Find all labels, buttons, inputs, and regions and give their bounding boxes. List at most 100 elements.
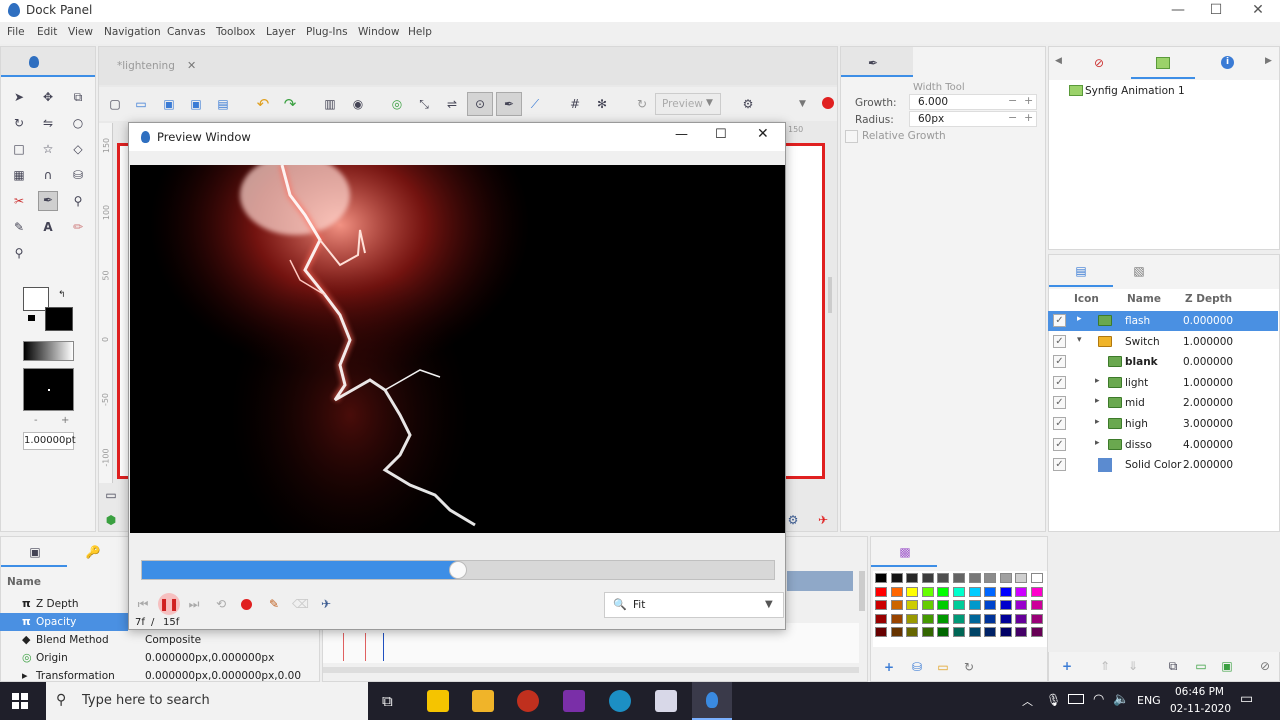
palette-swatch[interactable]: [1031, 613, 1043, 624]
param-value[interactable]: 0.000000px,0.000000px: [145, 652, 274, 664]
render-settings-icon[interactable]: ✈: [318, 596, 334, 612]
palette-swatch[interactable]: [968, 613, 981, 624]
param-row[interactable]: ◆ Blend Method Composite: [0, 631, 320, 649]
open-file-icon[interactable]: ▭: [133, 96, 149, 112]
palette-swatch[interactable]: [890, 586, 903, 597]
animation-mode-icon[interactable]: ⚙: [785, 512, 801, 528]
file-explorer-icon[interactable]: [472, 690, 494, 712]
cutout-tool-icon[interactable]: ✂: [11, 193, 27, 209]
record-icon[interactable]: [822, 97, 834, 109]
save-all-icon[interactable]: ▤: [215, 96, 231, 112]
menu-canvas[interactable]: Canvas: [167, 26, 206, 38]
notifications-icon[interactable]: ▭: [1240, 691, 1253, 707]
language-indicator[interactable]: ENG: [1137, 694, 1161, 707]
pause-button[interactable]: ❚❚: [158, 593, 180, 615]
keyframe-marker[interactable]: [343, 633, 344, 661]
width-tool-icon[interactable]: ✒: [38, 191, 58, 211]
palette-swatch[interactable]: [921, 627, 934, 637]
onenote-icon[interactable]: [563, 690, 585, 712]
layer-visibility-checkbox[interactable]: ✓: [1053, 417, 1066, 430]
params-name-header[interactable]: Name: [7, 576, 41, 588]
radius-decrement[interactable]: −: [1008, 111, 1017, 124]
expand-arrow-icon[interactable]: ▸: [1095, 376, 1100, 386]
maximize-button[interactable]: ☐: [1196, 0, 1236, 22]
zoom-tool-icon[interactable]: ⚲: [11, 245, 27, 261]
spline-tool-icon[interactable]: ∩: [40, 167, 56, 183]
library-tab-icon[interactable]: ▧: [1131, 263, 1147, 279]
layer-visibility-checkbox[interactable]: ✓: [1053, 375, 1066, 389]
onion-skin-icon[interactable]: ✻: [594, 96, 610, 112]
save-icon[interactable]: ▣: [161, 96, 177, 112]
palette-swatch[interactable]: [875, 613, 887, 624]
palette-swatch[interactable]: [906, 613, 919, 624]
palette-swatch[interactable]: [937, 600, 950, 610]
layer-row[interactable]: ✓ ▸ disso 4.000000: [1048, 435, 1278, 455]
expand-arrow-icon[interactable]: ▸: [1077, 314, 1082, 324]
palette-swatch[interactable]: [906, 586, 919, 597]
palette-swatch[interactable]: [984, 600, 997, 610]
show-hidden-icons[interactable]: ︿: [1022, 693, 1033, 709]
menu-toolbox[interactable]: Toolbox: [216, 26, 255, 38]
palette-swatch[interactable]: [953, 573, 965, 583]
canvas-browser-item[interactable]: Synfig Animation 1: [1085, 85, 1185, 97]
param-row[interactable]: π Opacity: [0, 613, 128, 631]
group-into-switch-icon[interactable]: ▣: [1219, 658, 1235, 674]
load-palette-icon[interactable]: ▭: [935, 659, 951, 675]
palette-swatch[interactable]: [906, 600, 919, 610]
preview-minimize-button[interactable]: —: [675, 127, 688, 142]
palette-swatch[interactable]: [875, 586, 887, 597]
undo-icon[interactable]: ↶: [255, 96, 271, 112]
collapse-arrow-icon[interactable]: ▾: [1077, 335, 1082, 345]
layer-row[interactable]: ✓ Solid Color 2.000000: [1048, 455, 1278, 475]
layer-visibility-checkbox[interactable]: ✓: [1053, 396, 1066, 410]
palette-swatch[interactable]: [921, 573, 934, 583]
transform-tool-icon[interactable]: ➤: [11, 89, 27, 105]
palette-swatch[interactable]: [1015, 586, 1028, 597]
palette-swatch[interactable]: [1031, 600, 1043, 610]
layer-visibility-checkbox[interactable]: ✓: [1053, 355, 1066, 369]
time-cursor[interactable]: [383, 633, 384, 661]
polygon-tool-icon[interactable]: ◇: [70, 141, 86, 157]
palette-swatch[interactable]: [921, 613, 934, 624]
reset-colors-icon[interactable]: [28, 315, 35, 321]
layer-row[interactable]: ✓ ▸ mid 2.000000: [1048, 393, 1278, 413]
panel-left-arrow-icon[interactable]: ◀: [1055, 56, 1062, 66]
expand-arrow-icon[interactable]: ▸: [1095, 396, 1100, 406]
preview-seek-handle[interactable]: [449, 561, 467, 579]
rectangle-tool-icon[interactable]: □: [11, 141, 27, 157]
menu-layer[interactable]: Layer: [266, 26, 295, 38]
preview-close-button[interactable]: ✕: [757, 126, 769, 142]
preview-render-icon[interactable]: ◉: [350, 96, 366, 112]
palette-swatch[interactable]: [1031, 627, 1043, 637]
smooth-move-tool-icon[interactable]: ✥: [40, 89, 56, 105]
radius-increment[interactable]: +: [1024, 111, 1033, 124]
redo-icon[interactable]: ↷: [282, 96, 298, 112]
palette-swatch[interactable]: [875, 600, 887, 610]
clock-date[interactable]: 02-11-2020: [1170, 703, 1231, 715]
menu-plugins[interactable]: Plug-Ins: [306, 26, 348, 38]
palette-swatch[interactable]: [968, 573, 981, 583]
palette-swatch[interactable]: [1031, 586, 1043, 597]
position-ducks-icon[interactable]: ⤡: [416, 96, 432, 112]
brush-size-field[interactable]: 1.00000pt: [23, 432, 76, 450]
panel-right-arrow-icon[interactable]: ▶: [1265, 56, 1272, 66]
palette-swatch[interactable]: [999, 627, 1012, 637]
palette-swatch[interactable]: [1031, 573, 1043, 583]
growth-field[interactable]: 6.000 − +: [909, 94, 1037, 110]
minimize-button[interactable]: —: [1158, 0, 1198, 22]
new-file-icon[interactable]: ▢: [107, 96, 123, 112]
draw-tool-icon[interactable]: ✏: [70, 219, 86, 235]
wifi-icon[interactable]: ◠: [1093, 692, 1104, 707]
new-layer-icon[interactable]: +: [1059, 658, 1075, 674]
sticky-notes-icon[interactable]: [427, 690, 449, 712]
delete-layer-icon[interactable]: ⊘: [1257, 658, 1273, 674]
param-value[interactable]: Composite: [145, 634, 201, 646]
layer-row[interactable]: ✓ blank 0.000000: [1048, 352, 1278, 372]
layer-visibility-checkbox[interactable]: ✓: [1053, 334, 1066, 348]
layer-visibility-checkbox[interactable]: ✓: [1053, 458, 1066, 472]
keyframes-tab-icon[interactable]: 🔑: [85, 544, 101, 560]
star-tool-icon[interactable]: ☆: [40, 141, 56, 157]
gradient-tool-icon[interactable]: ▦: [11, 167, 27, 183]
radius-field[interactable]: 60px − +: [909, 111, 1037, 127]
param-value[interactable]: 0.000000px,0.000000px,0.00: [145, 670, 301, 682]
